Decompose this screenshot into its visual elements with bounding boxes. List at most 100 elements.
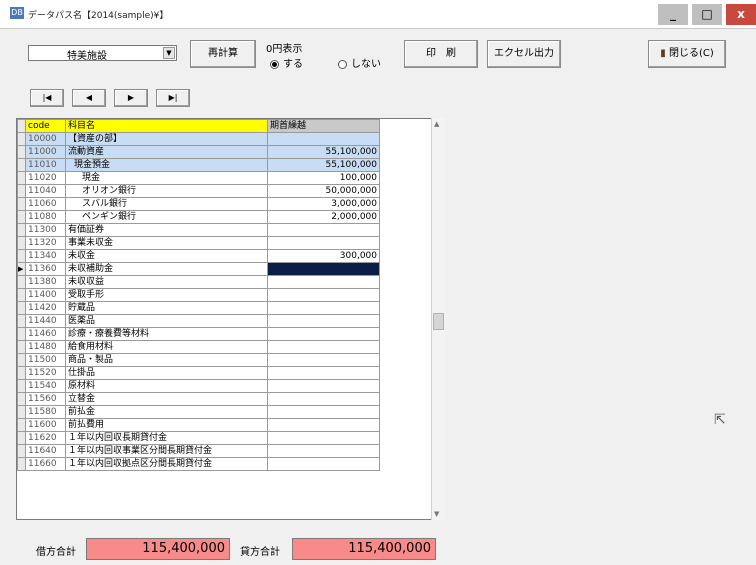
cell-name[interactable]: 仕掛品 bbox=[65, 366, 268, 380]
row-indicator[interactable] bbox=[17, 392, 26, 406]
facility-select[interactable]: 特美施設 ▼ bbox=[28, 45, 177, 62]
cell-code[interactable]: 11480 bbox=[25, 340, 66, 354]
row-indicator[interactable] bbox=[17, 405, 26, 419]
cell-code[interactable]: 11540 bbox=[25, 379, 66, 393]
row-indicator[interactable] bbox=[17, 379, 26, 393]
cell-name[interactable]: 有価証券 bbox=[65, 223, 268, 237]
table-row[interactable]: 11660 １年以内回収拠点区分間長期貸付金 bbox=[17, 457, 380, 471]
cell-name[interactable]: 給食用材料 bbox=[65, 340, 268, 354]
row-indicator[interactable] bbox=[17, 444, 26, 458]
vertical-scrollbar[interactable]: ▲ ▼ bbox=[431, 118, 445, 520]
account-grid[interactable]: code 科目名 期首繰越 10000 【資産の部】 11000 流動資産 55,100… bbox=[16, 118, 445, 520]
cell-code[interactable]: 11340 bbox=[25, 249, 66, 263]
row-indicator[interactable] bbox=[17, 314, 26, 328]
cell-name[interactable]: 原材料 bbox=[65, 379, 268, 393]
cell-name[interactable]: 未収収益 bbox=[65, 275, 268, 289]
cell-name[interactable]: １年以内回収事業区分間長期貸付金 bbox=[65, 444, 268, 458]
cell-amount[interactable] bbox=[267, 314, 380, 328]
cell-amount[interactable]: 50,000,000 bbox=[267, 184, 380, 198]
row-indicator[interactable] bbox=[17, 197, 26, 211]
table-row[interactable]: 11400 受取手形 bbox=[17, 288, 380, 302]
cell-amount[interactable] bbox=[267, 457, 380, 471]
row-indicator[interactable] bbox=[17, 210, 26, 224]
cell-amount[interactable] bbox=[267, 327, 380, 341]
cell-code[interactable]: 11080 bbox=[25, 210, 66, 224]
nav-first-button[interactable]: |◀ bbox=[30, 89, 64, 107]
row-indicator[interactable] bbox=[17, 457, 26, 471]
cell-amount[interactable] bbox=[267, 275, 380, 289]
cell-code[interactable]: 11640 bbox=[25, 444, 66, 458]
cell-name[interactable]: 診療・療養費等材料 bbox=[65, 327, 268, 341]
scroll-up-icon[interactable]: ▲ bbox=[434, 120, 439, 128]
cell-code[interactable]: 11020 bbox=[25, 171, 66, 185]
cell-name[interactable]: 商品・製品 bbox=[65, 353, 268, 367]
row-indicator[interactable] bbox=[17, 132, 26, 146]
cell-amount[interactable] bbox=[267, 444, 380, 458]
row-indicator[interactable] bbox=[17, 327, 26, 341]
row-indicator[interactable] bbox=[17, 431, 26, 445]
scroll-down-icon[interactable]: ▼ bbox=[434, 510, 439, 518]
cell-amount[interactable]: 100,000 bbox=[267, 171, 380, 185]
cell-amount[interactable] bbox=[267, 288, 380, 302]
table-row[interactable]: 11580 前払金 bbox=[17, 405, 380, 419]
cell-name[interactable]: 【資産の部】 bbox=[65, 132, 268, 146]
cell-amount[interactable] bbox=[267, 301, 380, 315]
table-row[interactable]: 10000 【資産の部】 bbox=[17, 132, 380, 146]
cell-name[interactable]: １年以内回収長期貸付金 bbox=[65, 431, 268, 445]
cell-code[interactable]: 11000 bbox=[25, 145, 66, 159]
row-indicator[interactable] bbox=[17, 171, 26, 185]
cell-code[interactable]: 11600 bbox=[25, 418, 66, 432]
recalc-button[interactable]: 再計算 bbox=[190, 40, 256, 68]
cell-amount[interactable]: 3,000,000 bbox=[267, 197, 380, 211]
table-row[interactable]: 11300 有価証券 bbox=[17, 223, 380, 237]
row-indicator[interactable] bbox=[17, 236, 26, 250]
cell-amount[interactable] bbox=[267, 236, 380, 250]
cell-amount[interactable] bbox=[267, 262, 380, 276]
cell-name[interactable]: スバル銀行 bbox=[65, 197, 268, 211]
cell-name[interactable]: 未収補助金 bbox=[65, 262, 268, 276]
row-indicator[interactable] bbox=[17, 353, 26, 367]
nav-last-button[interactable]: ▶| bbox=[156, 89, 190, 107]
cell-name[interactable]: 現金 bbox=[65, 171, 268, 185]
cell-code[interactable]: 11440 bbox=[25, 314, 66, 328]
cell-amount[interactable] bbox=[267, 418, 380, 432]
table-row[interactable]: 11040 オリオン銀行 50,000,000 bbox=[17, 184, 380, 198]
nav-next-button[interactable]: ▶ bbox=[114, 89, 148, 107]
cell-code[interactable]: 11300 bbox=[25, 223, 66, 237]
table-row[interactable]: 11520 仕掛品 bbox=[17, 366, 380, 380]
row-indicator[interactable] bbox=[17, 366, 26, 380]
table-row[interactable]: 11010 現金預金 55,100,000 bbox=[17, 158, 380, 172]
cell-code[interactable]: 11320 bbox=[25, 236, 66, 250]
cell-amount[interactable] bbox=[267, 340, 380, 354]
cell-amount[interactable] bbox=[267, 353, 380, 367]
cell-code[interactable]: 11010 bbox=[25, 158, 66, 172]
cell-amount[interactable]: 2,000,000 bbox=[267, 210, 380, 224]
cell-amount[interactable] bbox=[267, 366, 380, 380]
row-indicator[interactable] bbox=[17, 184, 26, 198]
table-row[interactable]: 11020 現金 100,000 bbox=[17, 171, 380, 185]
cell-code[interactable]: 11500 bbox=[25, 353, 66, 367]
print-button[interactable]: 印 刷 bbox=[404, 40, 478, 68]
table-row[interactable]: 11340 未収金 300,000 bbox=[17, 249, 380, 263]
cell-name[interactable]: 医薬品 bbox=[65, 314, 268, 328]
cell-name[interactable]: 受取手形 bbox=[65, 288, 268, 302]
cell-code[interactable]: 11520 bbox=[25, 366, 66, 380]
table-row[interactable]: 11500 商品・製品 bbox=[17, 353, 380, 367]
table-row[interactable]: ▶ 11360 未収補助金 bbox=[17, 262, 380, 276]
cell-code[interactable]: 11380 bbox=[25, 275, 66, 289]
row-indicator[interactable] bbox=[17, 340, 26, 354]
scroll-thumb[interactable] bbox=[433, 313, 444, 330]
header-code[interactable]: code bbox=[25, 119, 66, 133]
cell-code[interactable]: 11660 bbox=[25, 457, 66, 471]
row-indicator[interactable] bbox=[17, 288, 26, 302]
cell-amount[interactable]: 55,100,000 bbox=[267, 158, 380, 172]
cell-name[interactable]: オリオン銀行 bbox=[65, 184, 268, 198]
close-button[interactable]: ▮ 閉じる(C) bbox=[648, 40, 726, 68]
table-row[interactable]: 11540 原材料 bbox=[17, 379, 380, 393]
cell-code[interactable]: 11620 bbox=[25, 431, 66, 445]
cell-amount[interactable] bbox=[267, 223, 380, 237]
radio-show-zero[interactable]: する bbox=[270, 55, 303, 70]
cell-amount[interactable]: 300,000 bbox=[267, 249, 380, 263]
row-indicator[interactable]: ▶ bbox=[17, 262, 26, 276]
row-indicator[interactable] bbox=[17, 145, 26, 159]
